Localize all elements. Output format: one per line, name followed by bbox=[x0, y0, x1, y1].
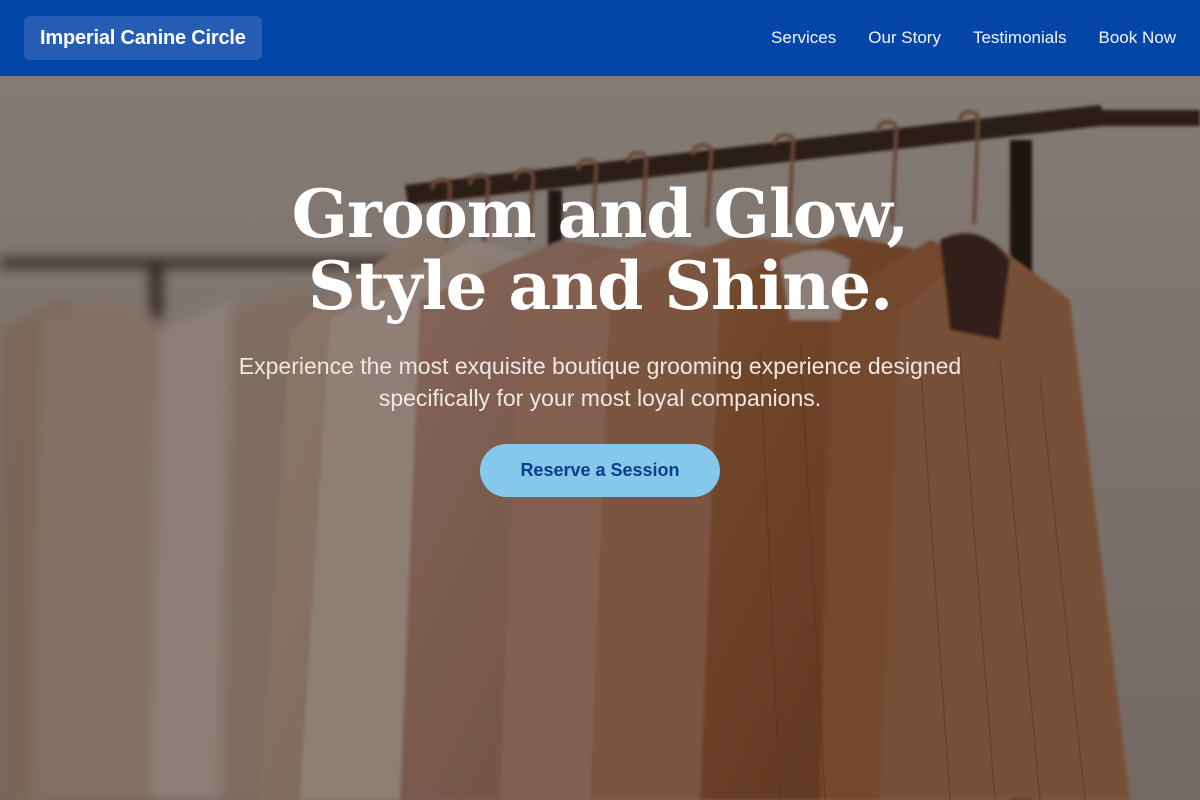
hero-headline-line1: Groom and Glow, bbox=[291, 175, 910, 253]
page: Imperial Canine Circle Services Our Stor… bbox=[0, 0, 1200, 800]
hero-subtext: Experience the most exquisite boutique g… bbox=[238, 353, 962, 411]
hero-content: Groom and Glow, Style and Shine. Experie… bbox=[0, 178, 1200, 497]
reserve-session-button[interactable]: Reserve a Session bbox=[480, 444, 720, 497]
nav-links: Services Our Story Testimonials Book Now bbox=[771, 28, 1176, 48]
hero-headline-line2: Style and Shine. bbox=[307, 247, 893, 325]
top-navbar: Imperial Canine Circle Services Our Stor… bbox=[0, 0, 1200, 76]
hero-headline: Groom and Glow, Style and Shine. bbox=[0, 178, 1200, 322]
nav-link-services[interactable]: Services bbox=[771, 28, 836, 48]
nav-link-our-story[interactable]: Our Story bbox=[868, 28, 941, 48]
nav-link-book-now[interactable]: Book Now bbox=[1099, 28, 1176, 48]
brand-logo[interactable]: Imperial Canine Circle bbox=[24, 16, 262, 60]
nav-link-testimonials[interactable]: Testimonials bbox=[973, 28, 1067, 48]
